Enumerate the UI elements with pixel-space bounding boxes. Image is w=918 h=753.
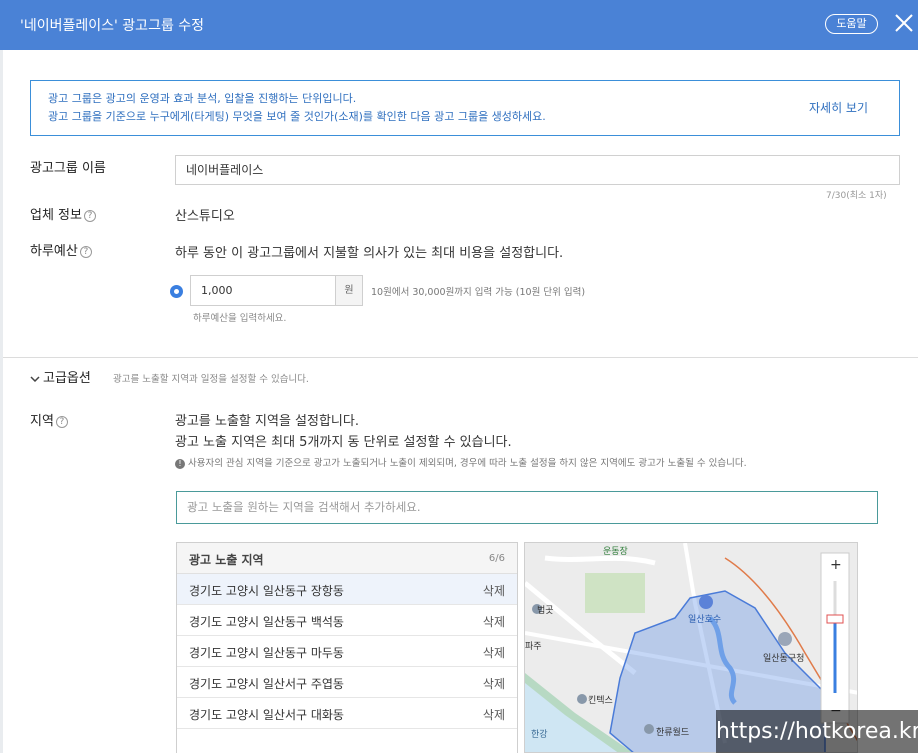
advanced-options-description: 광고를 노출할 지역과 일정을 설정할 수 있습니다. — [113, 374, 309, 385]
zoom-handle[interactable] — [826, 614, 844, 624]
map-label: 일산호수 — [688, 614, 721, 625]
help-icon[interactable]: ? — [55, 415, 68, 428]
region-label: 지역? — [30, 410, 68, 429]
delete-button[interactable]: 삭제 — [483, 613, 505, 630]
region-list-header: 광고 노출 지역 6/6 — [177, 543, 517, 574]
close-icon[interactable] — [893, 12, 915, 34]
region-row: 경기도 고양시 일산서구 주엽동 삭제 — [177, 667, 517, 698]
map-park — [585, 573, 645, 613]
business-value: 산스튜디오 — [175, 209, 235, 224]
region-name: 경기도 고양시 일산서구 주엽동 — [189, 677, 344, 691]
region-name: 경기도 고양시 일산동구 마두동 — [189, 646, 344, 660]
budget-hint: 10원에서 30,000원까지 입력 가능 (10원 단위 입력) — [371, 287, 586, 298]
region-row: 경기도 고양시 일산서구 대화동 삭제 — [177, 698, 517, 729]
advanced-options-toggle[interactable]: 고급옵션 — [30, 367, 91, 386]
advanced-options-label: 고급옵션 — [43, 371, 91, 386]
budget-radio[interactable] — [170, 285, 183, 298]
help-icon[interactable]: ? — [79, 245, 92, 258]
daily-budget-label: 하루예산? — [30, 240, 92, 259]
info-line-2: 광고 그룹을 기준으로 누구에게(타게팅) 무엇을 보여 줄 것인가(소재)를 … — [48, 110, 546, 123]
region-list-count: 6/6 — [488, 553, 505, 564]
region-name: 경기도 고양시 일산동구 장항동 — [189, 584, 344, 598]
delete-button[interactable]: 삭제 — [483, 706, 505, 723]
zoom-in-icon[interactable]: + — [830, 557, 842, 573]
business-label: 업체 정보? — [30, 204, 96, 223]
budget-sub-hint: 하루예산을 입력하세요. — [193, 313, 287, 324]
left-edge — [0, 50, 3, 753]
delete-button[interactable]: 삭제 — [483, 675, 505, 692]
region-list-title: 광고 노출 지역 — [189, 553, 264, 567]
region-row: 경기도 고양시 일산동구 마두동 삭제 — [177, 636, 517, 667]
zoom-control[interactable]: + − — [820, 552, 850, 724]
map-label: 법곳 — [537, 605, 554, 616]
region-row: 경기도 고양시 일산동구 백석동 삭제 — [177, 605, 517, 636]
daily-budget-description: 하루 동안 이 광고그룹에서 지불할 의사가 있는 최대 비용을 설정합니다. — [175, 246, 564, 261]
modal-title: '네이버플레이스' 광고그룹 수정 — [20, 18, 205, 34]
region-description-2: 광고 노출 지역은 최대 5개까지 동 단위로 설정할 수 있습니다. — [175, 435, 512, 450]
business-label-text: 업체 정보 — [30, 208, 82, 223]
lake-marker — [699, 595, 713, 609]
office-marker — [778, 632, 792, 646]
map-label: 한류월드 — [656, 726, 689, 738]
more-info-link[interactable]: 자세히 보기 — [809, 99, 868, 116]
map-label: 한강 — [531, 729, 548, 740]
info-box: 광고 그룹은 광고의 운영과 효과 분석, 입찰을 진행하는 단위입니다. 광고… — [30, 80, 900, 136]
delete-button[interactable]: 삭제 — [483, 644, 505, 661]
region-name: 경기도 고양시 일산동구 백석동 — [189, 615, 344, 629]
help-button[interactable]: 도움말 — [825, 14, 878, 34]
chevron-down-icon — [30, 375, 40, 382]
group-name-counter: 7/30(최소 1자) — [826, 191, 887, 201]
map-label: 운동장 — [603, 546, 628, 557]
daily-budget-label-text: 하루예산 — [30, 244, 78, 259]
info-line-1: 광고 그룹은 광고의 운영과 효과 분석, 입찰을 진행하는 단위입니다. — [48, 92, 357, 105]
group-name-input[interactable]: 네이버플레이스 — [175, 155, 900, 185]
region-description-1: 광고를 노출할 지역을 설정합니다. — [175, 414, 359, 429]
region-row: 경기도 고양시 일산동구 장항동 삭제 — [177, 574, 517, 605]
help-icon[interactable]: ? — [83, 209, 96, 222]
map-label: 킨텍스 — [588, 695, 613, 706]
watermark: https://hotkorea.kr — [716, 710, 918, 753]
region-search-input[interactable]: 광고 노출을 원하는 지역을 검색해서 추가하세요. — [176, 491, 878, 524]
region-name: 경기도 고양시 일산서구 대화동 — [189, 708, 344, 722]
group-name-label: 광고그룹 이름 — [30, 161, 106, 176]
modal-header: '네이버플레이스' 광고그룹 수정 도움말 — [0, 0, 918, 50]
map-label: 파주 — [525, 641, 542, 652]
map-label: 일산동구청 — [763, 653, 804, 664]
section-divider — [3, 357, 918, 358]
delete-button[interactable]: 삭제 — [483, 582, 505, 599]
region-list: 광고 노출 지역 6/6 경기도 고양시 일산동구 장항동 삭제 경기도 고양시… — [176, 542, 518, 753]
info-icon: ! — [175, 458, 185, 469]
region-note-text: 사용자의 관심 지역을 기준으로 광고가 노출되거나 노출이 제외되며, 경우에… — [188, 458, 747, 469]
region-label-text: 지역 — [30, 414, 54, 429]
region-note: ! 사용자의 관심 지역을 기준으로 광고가 노출되거나 노출이 제외되며, 경… — [175, 455, 747, 469]
budget-unit: 원 — [335, 275, 363, 306]
budget-input[interactable]: 1,000 — [190, 275, 336, 306]
